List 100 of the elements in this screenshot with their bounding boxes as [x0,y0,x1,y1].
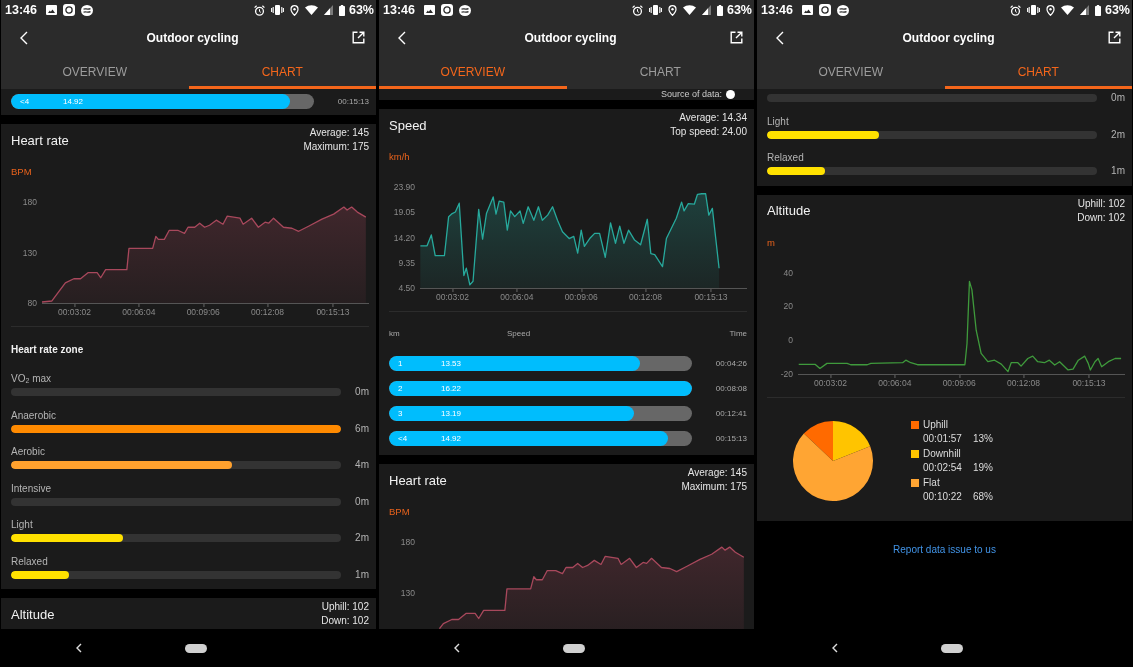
column-header: Time [729,328,747,340]
wifi-icon [682,5,696,15]
axis-label: 00:15:13 [1072,374,1106,388]
split-km: <4 [20,96,30,107]
axis-label: 00:12:08 [629,289,663,302]
axis-label: 4.50 [398,283,415,293]
column-header: Speed [507,328,531,340]
zone-duration: 6m [354,422,369,435]
vibrate-icon [648,5,662,15]
home-handle[interactable] [941,643,963,653]
axis-label: 130 [22,247,37,258]
summary-stat: Average: 145 [687,466,747,480]
tab[interactable]: OVERVIEW [1,55,189,89]
battery-icon [716,4,723,16]
column-header: km [389,328,401,340]
summary-stat: Average: 145 [309,126,369,140]
legend-label: Flat [923,475,940,490]
legend-time: 00:01:57 [923,432,962,446]
axis-label: 00:06:04 [500,289,534,302]
battery-percent: 63% [726,3,752,17]
summary-stat: Uphill: 102 [321,600,369,614]
split-time: 00:15:13 [336,97,369,106]
axis-unit: BPM [11,166,32,178]
back-icon[interactable] [454,643,460,653]
axis-label: 00:12:08 [1007,374,1041,388]
split-speed: 14.92 [441,433,462,444]
location-pin-icon [289,4,299,16]
split-km: <4 [398,433,408,444]
status-time: 13:46 [5,3,37,17]
round-logo-icon [837,4,849,16]
back-icon[interactable] [832,643,838,653]
zone-label: Light [767,114,789,128]
split-km: 1 [398,358,403,369]
share-icon[interactable] [1108,31,1121,44]
source-note: Source of data: [660,89,722,100]
card-title: Altitude [11,606,55,622]
summary-stat: Down: 102 [321,614,369,628]
signal-icon [323,5,333,15]
axis-label: 130 [400,588,415,598]
card-title: Speed [389,117,427,133]
axis-label: 23.90 [393,182,415,192]
screen-title: Outdoor cycling [524,30,617,45]
legend-percent: 19% [972,461,993,475]
alarm-clock-icon [631,4,643,16]
status-time: 13:46 [383,3,415,17]
alarm-clock-icon [1009,4,1021,16]
zone-label: Anaerobic [11,408,57,422]
axis-label: 00:06:04 [122,304,156,317]
summary-stat: Uphill: 102 [1077,196,1125,211]
split-time: 00:08:08 [714,384,747,393]
report-issue-link[interactable]: Report data issue to us [893,543,996,555]
zone-label: Intensive [11,481,52,495]
zone-duration: 4m [354,459,369,471]
battery-icon [338,4,345,16]
summary-stat: Down: 102 [1077,210,1125,225]
axis-label: 19.05 [393,207,415,218]
rounded-square-icon [441,4,453,16]
split-time: 00:12:41 [714,409,747,418]
split-time: 00:04:26 [714,359,747,368]
summary-stat: Maximum: 175 [303,140,369,154]
split-time: 00:15:13 [714,434,747,443]
axis-label: 14.20 [393,232,415,243]
legend-percent: 13% [972,432,993,446]
rounded-square-icon [819,4,831,16]
zone-duration: 0m [354,386,369,398]
battery-percent: 63% [1104,3,1130,17]
split-speed: 16.22 [441,383,462,394]
zone-duration: 2m [1110,128,1125,141]
axis-label: 20 [783,301,793,312]
axis-label: 9.35 [398,257,415,268]
zone-label: Light [11,518,33,531]
zone-duration: 1m [1110,165,1125,177]
legend-time: 00:10:22 [923,490,962,504]
axis-label: 00:03:02 [57,304,92,317]
summary-stat: Maximum: 175 [681,480,747,494]
zone-label: VO$_{2}$ max [11,372,52,385]
signal-icon [1079,5,1089,15]
tab[interactable]: OVERVIEW [757,55,945,89]
axis-label: 40 [783,267,793,278]
screen-title: Outdoor cycling [902,30,995,45]
section-heading: Heart rate zone [11,344,84,356]
tab[interactable]: CHART [566,55,754,89]
split-km: 3 [398,408,403,419]
axis-unit: m [767,236,775,249]
axis-label: 00:03:02 [813,374,848,388]
share-icon[interactable] [730,31,743,44]
share-icon[interactable] [352,31,365,44]
summary-stat: Top speed: 24.00 [670,125,747,139]
home-handle[interactable] [563,643,585,653]
wifi-icon [1060,5,1074,15]
split-km: 2 [398,383,403,394]
battery-percent: 63% [348,3,374,17]
picture-icon [424,5,435,15]
back-icon[interactable] [76,643,82,653]
axis-label: 00:15:13 [694,289,728,302]
zone-duration: 0m [1110,92,1125,104]
home-handle[interactable] [185,643,207,653]
round-logo-icon [81,4,93,16]
legend-percent: 68% [972,490,993,504]
axis-label: 00:12:08 [251,304,285,317]
